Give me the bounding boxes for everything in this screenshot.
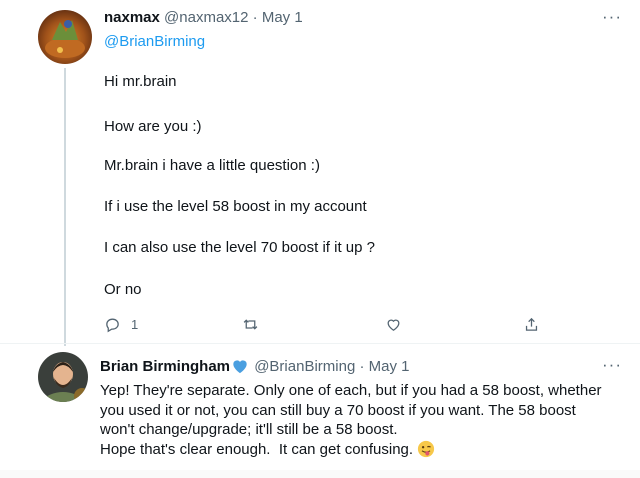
tweet-date[interactable]: May 1 [369,358,410,375]
tweet-header: naxmax @naxmax12 · May 1 [104,9,303,27]
tweet-text-line: Or no [104,281,142,298]
author-handle[interactable]: @naxmax12 [164,9,248,26]
reply-to-mention[interactable]: @BrianBirming [104,33,205,50]
separator-dot: · [359,358,365,375]
reply-icon [106,318,119,333]
tweet-text-line: Yep! They're separate. Only one of each,… [100,382,602,399]
tweet-text-line: If i use the level 58 boost in my accoun… [104,198,367,215]
thread-line [64,68,66,346]
retweet-button[interactable] [242,316,259,333]
next-item-edge [0,470,640,478]
author-name[interactable]: naxmax [104,9,160,26]
like-button[interactable] [385,316,402,333]
share-button[interactable] [523,316,540,333]
avatar[interactable] [38,10,92,64]
tweet-text-line: Mr.brain i have a little question :) [104,157,320,174]
retweet-icon [243,319,258,330]
tweet-divider [0,343,640,344]
tweet-text-line-with-emoji: Hope that's clear enough. It can get con… [100,440,630,460]
winking-face-tongue-emoji [417,440,435,458]
tweet-text-line: won't change/upgrade; it'll still be a 5… [100,421,398,438]
more-options-icon[interactable]: ··· [602,356,622,373]
author-handle[interactable]: @BrianBirming [254,358,355,375]
more-options-icon[interactable]: ··· [602,8,622,25]
tweet-text-line: you used it or not, you can still buy a … [100,401,576,419]
author-name[interactable]: Brian Birmingham [100,358,230,375]
reply-button[interactable]: 1 [104,316,138,333]
tweet-body: Yep! They're separate. Only one of each,… [100,381,630,459]
tweet-date[interactable]: May 1 [262,9,303,26]
tweet-text-line: I can also use the level 70 boost if it … [104,239,376,256]
blue-heart-icon [232,359,248,379]
share-icon [525,317,538,331]
tweet-text-line: Hi mr.brain [104,73,177,90]
heart-icon [387,319,400,331]
tweet-header: Brian Birmingham @BrianBirming · May 1 [100,358,410,379]
tweet-text-line: Hope that's clear enough. It can get con… [100,440,414,458]
avatar[interactable] [38,352,88,402]
tweet-text-line: How are you :) [104,118,202,135]
separator-dot: · [252,9,258,26]
reply-count: 1 [131,317,139,332]
